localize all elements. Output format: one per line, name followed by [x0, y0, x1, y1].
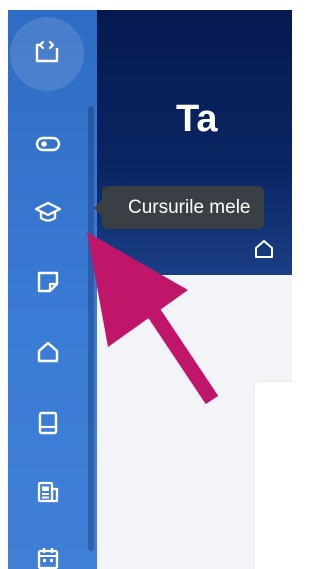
- sidebar-item-home[interactable]: [22, 332, 74, 372]
- tooltip: Cursurile mele: [94, 186, 292, 229]
- sticky-note-icon: [36, 270, 60, 294]
- graduation-cap-icon: [34, 201, 62, 225]
- sidebar-item-my-courses[interactable]: [22, 193, 74, 233]
- sidebar-scrollbar[interactable]: [88, 106, 94, 551]
- calendar-icon: [36, 546, 60, 569]
- page-header: [97, 10, 292, 275]
- tooltip-label: Cursurile mele: [128, 196, 251, 218]
- book-icon: [37, 411, 59, 435]
- sidebar-item-calendar[interactable]: [22, 538, 74, 569]
- sidebar-item-news[interactable]: [22, 472, 74, 512]
- sidebar-item-book[interactable]: [22, 403, 74, 443]
- newspaper-icon: [36, 480, 60, 504]
- home-icon: [36, 340, 60, 364]
- sidebar-toggle-button[interactable]: [10, 17, 84, 91]
- tooltip-pointer: [94, 199, 102, 216]
- sidebar: [8, 10, 97, 569]
- content-card: [255, 382, 292, 569]
- sidebar-item-toggle[interactable]: [22, 124, 74, 164]
- page-title: Ta: [176, 98, 218, 140]
- sidebar-toggle-icon: [33, 39, 61, 70]
- tooltip-body: Cursurile mele: [102, 186, 265, 229]
- toggle-icon: [35, 135, 61, 153]
- app-frame: Ta Cursurile mele: [8, 10, 292, 569]
- sidebar-item-notes[interactable]: [22, 262, 74, 302]
- breadcrumb-home-icon[interactable]: [253, 238, 275, 265]
